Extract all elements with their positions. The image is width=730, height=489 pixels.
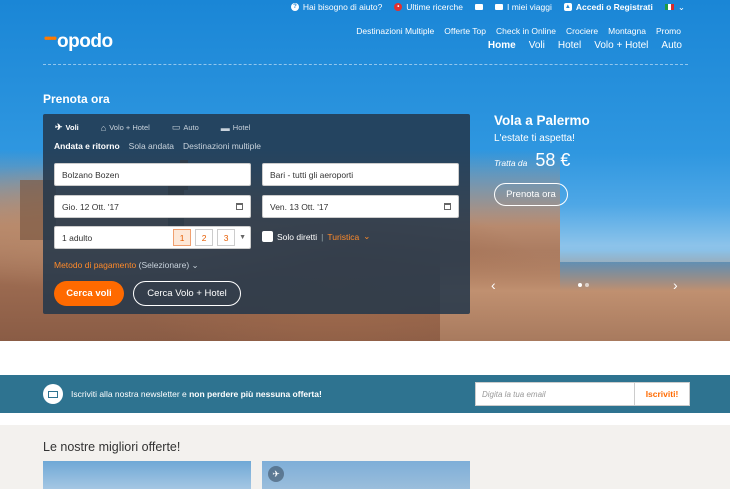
nav-home[interactable]: Home	[488, 40, 516, 51]
offers-section: Le nostre migliori offerte! ✈	[0, 425, 730, 489]
chevron-down-icon: ⌄	[677, 1, 685, 12]
help-link[interactable]: ? Hai bisogno di aiuto?	[290, 2, 382, 12]
mail-icon	[474, 4, 483, 10]
tab-auto[interactable]: ▭ Auto	[172, 122, 199, 133]
return-date-input[interactable]: Ven. 13 Ott. '17	[262, 195, 459, 218]
italy-flag-icon	[664, 4, 674, 10]
trip-oneway[interactable]: Sola andata	[129, 141, 174, 151]
tab-volo-hotel[interactable]: ⌂ Volo + Hotel	[101, 122, 150, 133]
carousel-dots	[578, 283, 589, 287]
carousel-dot[interactable]	[578, 283, 582, 287]
passengers-selector[interactable]: 1 adulto 1 2 3 ▼	[54, 226, 251, 249]
help-icon: ?	[290, 3, 299, 11]
pax-2-button[interactable]: 2	[195, 229, 214, 246]
carousel-next-icon[interactable]: ›	[673, 277, 678, 293]
tab-voli[interactable]: ✈ Voli	[55, 122, 79, 133]
class-dropdown[interactable]: Turistica	[327, 232, 359, 242]
trip-multi[interactable]: Destinazioni multiple	[183, 141, 261, 151]
promo-title: Vola a Palermo	[494, 113, 590, 128]
bed-icon: ▬	[220, 122, 230, 133]
promo-subtitle: L'estate ti aspetta!	[494, 133, 575, 144]
carousel-prev-icon[interactable]: ‹	[491, 277, 496, 293]
plane-icon: ✈	[55, 122, 63, 132]
nav-promo[interactable]: Promo	[656, 26, 681, 36]
secondary-nav: Destinazioni Multiple Offerte Top Check …	[356, 26, 681, 36]
chevron-down-icon: ⌄	[191, 260, 199, 270]
envelope-icon	[43, 384, 63, 404]
login-link[interactable]: ▲ Accedi o Registrati	[563, 2, 653, 12]
nav-auto[interactable]: Auto	[661, 40, 682, 51]
search-package-button[interactable]: Cerca Volo + Hotel	[133, 281, 241, 306]
destination-input[interactable]: Bari - tutti gli aeroporti	[262, 163, 459, 186]
promo-price: 58 €	[535, 150, 571, 170]
direct-checkbox[interactable]	[262, 231, 273, 242]
search-heading: Prenota ora	[43, 92, 110, 106]
calendar-icon	[236, 203, 243, 210]
nav-voli[interactable]: Voli	[529, 40, 545, 51]
offer-card[interactable]: ✈	[262, 461, 470, 489]
hero-coast-image	[440, 250, 730, 341]
nav-destinazioni-multiple[interactable]: Destinazioni Multiple	[356, 26, 434, 36]
pax-1-button[interactable]: 1	[173, 229, 192, 246]
pax-3-button[interactable]: 3	[217, 229, 236, 246]
plane-icon: ✈	[268, 466, 284, 482]
car-icon: ▭	[171, 122, 181, 132]
offers-heading: Le nostre migliori offerte!	[43, 440, 181, 454]
clock-icon: •	[394, 3, 403, 11]
carousel-dot[interactable]	[585, 283, 589, 287]
chevron-down-icon: ⌄	[363, 231, 371, 241]
promo-price-label: Tratta da	[494, 158, 528, 168]
offer-card[interactable]	[43, 461, 251, 489]
plane-bed-icon: ⌂	[100, 122, 107, 133]
nav-offerte-top[interactable]: Offerte Top	[444, 26, 486, 36]
newsletter-subscribe-button[interactable]: Iscriviti!	[635, 382, 690, 406]
nav-check-in[interactable]: Check in Online	[496, 26, 556, 36]
promo-panel: Vola a Palermo L'estate ti aspetta! Trat…	[494, 113, 590, 206]
mail-link[interactable]	[474, 4, 483, 10]
chevron-down-icon[interactable]: ▼	[239, 234, 246, 241]
newsletter-email-input[interactable]: Digita la tua email	[475, 382, 635, 406]
nav-crociere[interactable]: Crociere	[566, 26, 598, 36]
nav-volo-hotel[interactable]: Volo + Hotel	[594, 40, 648, 51]
newsletter-bar: Iscriviti alla nostra newsletter e non p…	[0, 375, 730, 413]
trip-round[interactable]: Andata e ritorno	[54, 141, 120, 151]
tab-hotel[interactable]: ▬ Hotel	[221, 122, 251, 133]
language-selector[interactable]: ⌄	[664, 1, 685, 13]
trip-type-selector: Andata e ritorno Sola andata Destinazion…	[54, 141, 261, 151]
suitcase-icon	[494, 4, 503, 10]
search-tabs: ✈ Voli ⌂ Volo + Hotel ▭ Auto ▬ Hotel	[55, 122, 250, 133]
newsletter-text: Iscriviti alla nostra newsletter e non p…	[71, 389, 322, 399]
nav-hotel[interactable]: Hotel	[558, 40, 581, 51]
search-box: ✈ Voli ⌂ Volo + Hotel ▭ Auto ▬ Hotel Andata …	[43, 114, 470, 314]
calendar-icon	[444, 203, 451, 210]
nav-montagna[interactable]: Montagna	[608, 26, 646, 36]
promo-book-button[interactable]: Prenota ora	[494, 183, 568, 206]
opodo-logo[interactable]: ••••• opodo	[44, 31, 113, 53]
direct-flights-option: Solo diretti | Turistica ⌄	[262, 231, 370, 242]
recent-searches-link[interactable]: • Ultime ricerche	[394, 2, 463, 12]
topbar: ? Hai bisogno di aiuto? • Ultime ricerche …	[290, 0, 685, 14]
user-icon: ▲	[563, 3, 572, 11]
origin-input[interactable]: Bolzano Bozen	[54, 163, 251, 186]
search-flights-button[interactable]: Cerca voli	[54, 281, 124, 306]
my-trips-link[interactable]: I miei viaggi	[494, 2, 552, 12]
main-nav: Home Voli Hotel Volo + Hotel Auto	[488, 40, 682, 51]
nav-divider	[43, 64, 688, 65]
payment-method-selector[interactable]: Metodo di pagamento (Selezionare) ⌄	[54, 260, 199, 271]
depart-date-input[interactable]: Gio. 12 Ott. '17	[54, 195, 251, 218]
logo-dots-icon: •••••	[44, 31, 57, 45]
